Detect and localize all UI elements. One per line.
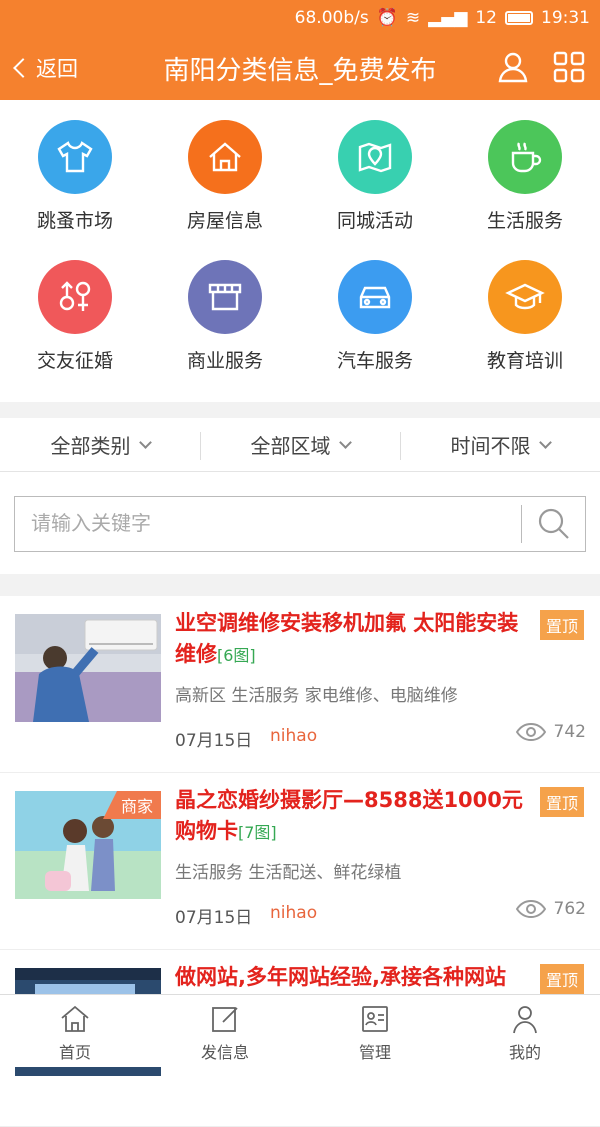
search-section (0, 472, 600, 574)
filter-time[interactable]: 时间不限 (400, 418, 600, 471)
listing-title-block: 做网站,多年网站经验,承接各种网站 (175, 962, 535, 993)
category-item[interactable]: 交友征婚 (0, 240, 150, 380)
house-icon (188, 120, 262, 194)
category-label: 商业服务 (186, 350, 263, 372)
category-label: 同城活动 (336, 210, 413, 232)
chevron-down-icon (538, 435, 552, 449)
category-item[interactable]: 同城活动 (300, 100, 450, 240)
chevron-down-icon (138, 435, 152, 449)
category-label: 生活服务 (486, 210, 563, 232)
search-icon (538, 508, 569, 539)
filter-label: 全部类别 (50, 434, 131, 458)
tab-label: 我的 (508, 1043, 541, 1062)
id-card-icon (362, 1006, 388, 1032)
shop-icon (188, 260, 262, 334)
listing-title-block: 晶之恋婚纱摄影厅—8588送1000元购物卡[7图] (175, 785, 535, 848)
filter-category[interactable]: 全部类别 (0, 418, 200, 471)
listing-pic-count: [7图] (238, 823, 277, 842)
grid-menu-icon[interactable] (552, 50, 586, 84)
tab-home[interactable]: 首页 (0, 995, 150, 1067)
gender-icon (38, 260, 112, 334)
app-header: 返回 南阳分类信息_免费发布 (0, 36, 600, 100)
search-input[interactable] (15, 497, 515, 549)
tab-label: 管理 (358, 1043, 391, 1062)
eye-icon (515, 723, 546, 741)
category-item[interactable]: 生活服务 (450, 100, 600, 240)
listing-item[interactable]: 业空调维修安装移机加氟 太阳能安装维修[6图] 置顶 高新区 生活服务 家电维修… (0, 596, 600, 773)
listing-pic-count: [6图] (217, 646, 256, 665)
search-box (14, 496, 586, 552)
category-label: 交友征婚 (36, 350, 113, 372)
graduation-cap-icon (488, 260, 562, 334)
user-icon (513, 1006, 537, 1034)
back-button[interactable]: 返回 (10, 36, 78, 100)
car-icon (338, 260, 412, 334)
tshirt-icon (38, 120, 112, 194)
category-label: 教育培训 (486, 350, 563, 372)
listing-title-block: 业空调维修安装移机加氟 太阳能安装维修[6图] (175, 608, 535, 671)
listing-date: 07月15日 (175, 731, 253, 751)
listing-thumbnail (15, 614, 161, 722)
wifi-icon: ≋ (405, 8, 421, 28)
alarm-icon: ⏰ (376, 8, 398, 28)
tab-manage[interactable]: 管理 (300, 995, 450, 1067)
listing-category: 高新区 生活服务 家电维修、电脑维修 (175, 686, 458, 706)
chevron-left-icon (13, 58, 33, 78)
category-label: 跳蚤市场 (36, 210, 113, 232)
tab-label: 发信息 (200, 1043, 249, 1062)
battery-icon (505, 11, 533, 25)
listing-views: 762 (515, 899, 586, 919)
category-label: 汽车服务 (336, 350, 413, 372)
network-speed: 68.00b/s (294, 8, 369, 28)
listing-user[interactable]: nihao (270, 726, 317, 746)
category-item[interactable]: 跳蚤市场 (0, 100, 150, 240)
filter-bar: 全部类别 全部区域 时间不限 (0, 418, 600, 472)
chevron-down-icon (338, 435, 352, 449)
view-count: 762 (553, 899, 586, 919)
back-label: 返回 (36, 57, 78, 81)
listing-title: 晶之恋婚纱摄影厅—8588送1000元购物卡 (175, 788, 523, 843)
status-bar: 68.00b/s ⏰ ≋ ▂▄▆ 12 19:31 (0, 0, 600, 36)
search-button[interactable] (523, 497, 585, 550)
listing-thumbnail: 商家 (15, 791, 161, 899)
listing-views: 742 (515, 722, 586, 742)
bottom-tab-bar: 首页 发信息 管理 我的 (0, 994, 600, 1067)
signal-number: 12 (475, 8, 497, 28)
view-count: 742 (553, 722, 586, 742)
home-icon (61, 1005, 89, 1032)
filter-label: 全部区域 (250, 434, 331, 458)
eye-icon (515, 900, 546, 918)
category-label: 房屋信息 (186, 210, 263, 232)
category-item[interactable]: 房屋信息 (150, 100, 300, 240)
category-item[interactable]: 汽车服务 (300, 240, 450, 380)
pinned-badge: 置顶 (540, 964, 585, 994)
listing-user[interactable]: nihao (270, 903, 317, 923)
category-grid: 跳蚤市场 房屋信息 同城活动 生活服务 交友征婚 商业服务 汽车服务 教育培训 (0, 100, 600, 402)
divider (521, 505, 522, 543)
listing-item[interactable]: 商家 晶之恋婚纱摄影厅—8588送1000元购物卡[7图] 置顶 生活服务 生活… (0, 773, 600, 950)
category-item[interactable]: 商业服务 (150, 240, 300, 380)
listing-date: 07月15日 (175, 908, 253, 928)
user-icon[interactable] (496, 50, 530, 84)
map-pin-icon (338, 120, 412, 194)
cup-icon (488, 120, 562, 194)
signal-icon: ▂▄▆ (428, 8, 468, 28)
category-item[interactable]: 教育培训 (450, 240, 600, 380)
listing-title: 做网站,多年网站经验,承接各种网站 (175, 965, 506, 989)
pinned-badge: 置顶 (540, 610, 585, 640)
tab-label: 首页 (58, 1043, 91, 1062)
clock: 19:31 (541, 8, 590, 28)
tab-mine[interactable]: 我的 (450, 995, 600, 1067)
filter-label: 时间不限 (450, 434, 531, 458)
listing-category: 生活服务 生活配送、鲜花绿植 (175, 863, 402, 883)
tab-post[interactable]: 发信息 (150, 995, 300, 1067)
filter-area[interactable]: 全部区域 (200, 418, 400, 471)
edit-icon (212, 1007, 238, 1032)
pinned-badge: 置顶 (540, 787, 585, 817)
